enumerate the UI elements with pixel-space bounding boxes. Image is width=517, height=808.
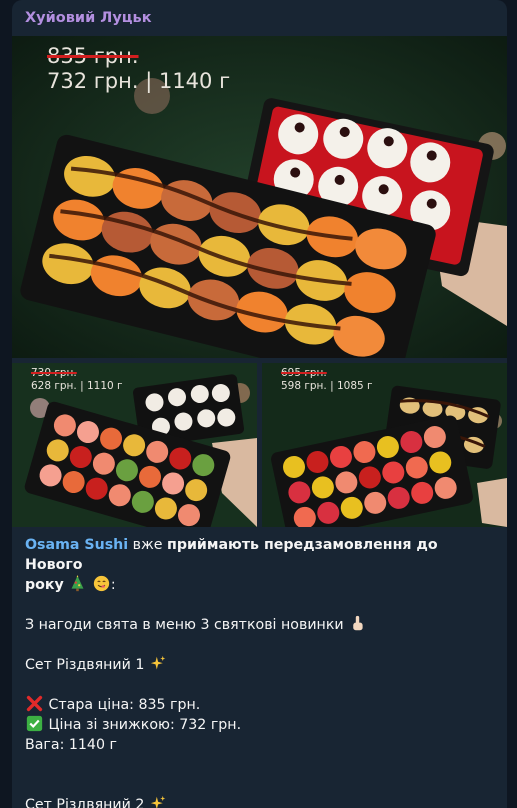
set2-title: Сет Різдвяний 2	[25, 797, 145, 808]
new-price: 732 грн. | 1140 г	[47, 69, 231, 93]
new-price: 628 грн. | 1110 г	[31, 380, 123, 392]
price-overlay: 835 грн. 732 грн. | 1140 г	[47, 44, 230, 94]
sparkles-icon	[150, 795, 166, 808]
message-bubble: Хуйовий Луцьк 835 грн. 732 грн. | 1140 г…	[12, 0, 507, 808]
text-line-discount: Ціна зі знижкою: 732 грн.	[25, 715, 495, 735]
old-price-text: Стара ціна: 835 грн.	[48, 697, 201, 713]
text-line-novelties: З нагоди свята в меню 3 святкові новинки	[25, 615, 495, 635]
old-price: 835 грн.	[47, 44, 139, 68]
message-text: Osama Sushi вже приймають передзамовленн…	[25, 535, 495, 808]
yum-face-icon	[93, 575, 109, 592]
weight-text: Вага: 1140 г	[25, 737, 117, 753]
intro-plain: вже	[128, 537, 168, 553]
channel-link[interactable]: Osama Sushi	[25, 537, 128, 553]
photo-left[interactable]: 730 грн. 628 грн. | 1110 г	[12, 363, 257, 527]
discount-price-text: Ціна зі знижкою: 732 грн.	[48, 717, 242, 733]
text-line-old-price: Стара ціна: 835 грн.	[25, 695, 495, 715]
cross-mark-icon	[26, 695, 43, 712]
text-line-set2: Сет Різдвяний 2	[25, 795, 495, 808]
christmas-tree-icon	[71, 575, 84, 592]
new-price: 598 грн. | 1085 г	[281, 380, 373, 392]
novelties-text: З нагоди свята в меню 3 святкові новинки	[25, 617, 344, 633]
price-overlay: 695 грн. 598 грн. | 1085 г	[281, 367, 373, 393]
text-line-intro-2: року :	[25, 575, 495, 595]
pointing-up-icon	[353, 615, 363, 631]
check-mark-icon	[26, 715, 43, 732]
sender-name[interactable]: Хуйовий Луцьк	[25, 10, 152, 26]
price-overlay: 730 грн. 628 грн. | 1110 г	[31, 367, 123, 393]
photo-right[interactable]: 695 грн. 598 грн. | 1085 г	[262, 363, 507, 527]
photo-main[interactable]: 835 грн. 732 грн. | 1140 г	[12, 36, 507, 358]
text-line-set1: Сет Різдвяний 1	[25, 655, 495, 675]
set1-title: Сет Різдвяний 1	[25, 657, 145, 673]
intro-bold-2: року	[25, 577, 64, 593]
old-price: 695 грн.	[281, 367, 327, 379]
text-line-weight: Вага: 1140 г	[25, 735, 495, 755]
sparkles-icon	[150, 655, 166, 670]
text-line-intro: Osama Sushi вже приймають передзамовленн…	[25, 535, 495, 575]
colon: :	[110, 577, 116, 593]
old-price: 730 грн.	[31, 367, 77, 379]
